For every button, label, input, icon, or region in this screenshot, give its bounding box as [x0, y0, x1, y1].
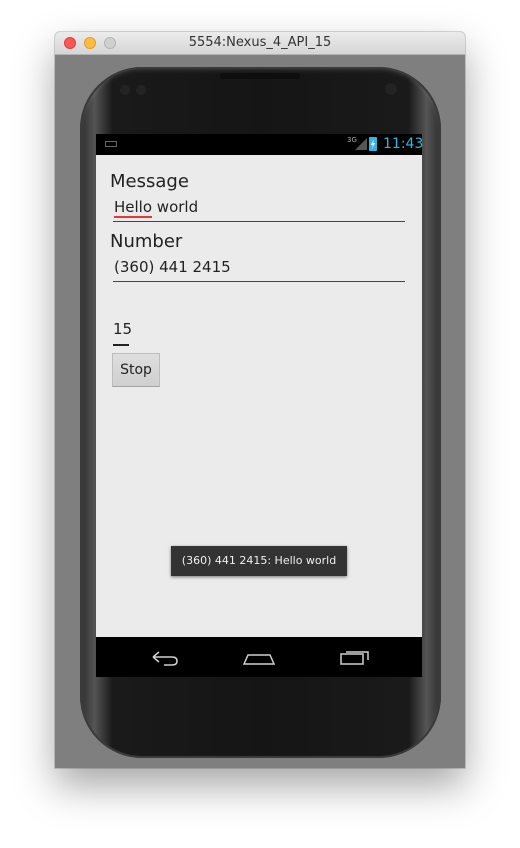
back-icon[interactable] [144, 645, 184, 669]
navigation-bar [96, 637, 422, 677]
earpiece-speaker [220, 73, 300, 79]
recent-apps-icon[interactable] [334, 645, 374, 669]
stop-button[interactable]: Stop [112, 353, 160, 387]
number-field-value: (360) 441 2415 [114, 258, 231, 276]
message-field[interactable]: Hello world [113, 195, 405, 222]
light-sensor [136, 85, 146, 95]
home-icon[interactable] [239, 645, 279, 669]
message-field-value: Hello world [114, 198, 199, 218]
proximity-sensor [120, 85, 130, 95]
number-label: Number [110, 231, 183, 252]
message-word-rest: world [152, 198, 199, 216]
status-clock: 11:43 [383, 136, 424, 152]
message-label: Message [110, 171, 189, 192]
signal-icon [355, 138, 367, 150]
window-titlebar[interactable]: 5554:Nexus_4_API_15 [55, 32, 465, 55]
window-title: 5554:Nexus_4_API_15 [188, 35, 332, 50]
number-field[interactable]: (360) 441 2415 [113, 255, 405, 282]
counter-value: 15 [113, 320, 133, 338]
battery-charging-icon [369, 137, 377, 151]
keyboard-icon [105, 141, 117, 147]
front-camera [385, 83, 397, 95]
counter-field[interactable]: 15 [113, 320, 133, 346]
message-word-misspelled: Hello [114, 198, 153, 218]
toast-message: (360) 441 2415: Hello world [171, 546, 347, 576]
app-content: Message Hello world Number (360) 441 241… [96, 155, 422, 637]
status-bar: 3G 11:43 [96, 134, 424, 155]
device-screen: 3G 11:43 Message Hello world Number (360… [96, 134, 424, 677]
